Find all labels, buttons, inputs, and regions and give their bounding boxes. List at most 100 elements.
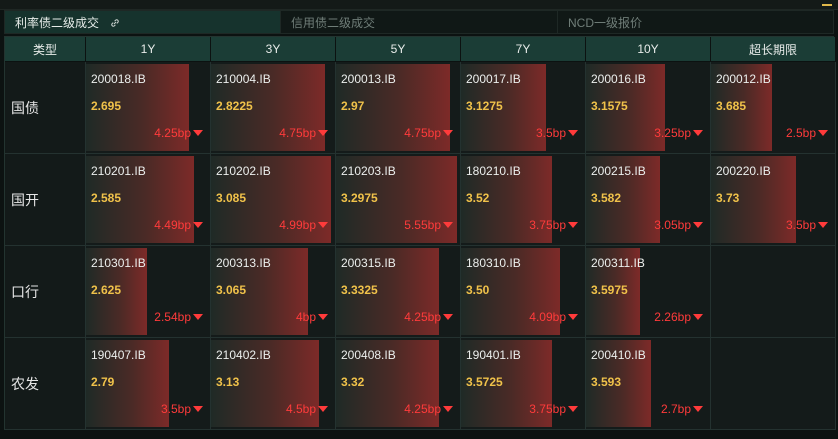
- yield-change: 4.99bp: [279, 218, 328, 232]
- bond-code: 200408.IB: [341, 348, 396, 362]
- yield-change-value: 4.25bp: [404, 402, 441, 416]
- bond-cell[interactable]: 210201.IB 2.585 4.49bp: [86, 154, 211, 246]
- yield-change-value: 4.09bp: [529, 310, 566, 324]
- tab-ncd-quote[interactable]: NCD一级报价: [557, 10, 834, 34]
- bond-yield: 3.1275: [466, 99, 503, 113]
- down-triangle-icon: [693, 314, 703, 320]
- bond-cell[interactable]: 190407.IB 2.79 3.5bp: [86, 338, 211, 430]
- bond-cell[interactable]: 200215.IB 3.582 3.05bp: [586, 154, 711, 246]
- yield-change: 4.49bp: [154, 218, 203, 232]
- bond-yield: 3.2975: [341, 191, 378, 205]
- bond-cell[interactable]: 200315.IB 3.3325 4.25bp: [336, 246, 461, 338]
- bond-yield: 3.5975: [591, 283, 628, 297]
- yield-change: 4.25bp: [404, 402, 453, 416]
- bond-cell[interactable]: 210301.IB 2.625 2.54bp: [86, 246, 211, 338]
- row-header: 农发: [5, 338, 86, 430]
- down-triangle-icon: [568, 130, 578, 136]
- bond-yield: 2.585: [91, 191, 122, 205]
- bond-code: 200313.IB: [216, 256, 271, 270]
- empty-cell: [711, 246, 836, 338]
- bond-cell[interactable]: 200220.IB 3.73 3.5bp: [711, 154, 836, 246]
- bond-cell[interactable]: 210202.IB 3.085 4.99bp: [211, 154, 336, 246]
- tab-label: 信用债二级成交: [291, 16, 376, 30]
- tab-label: 利率债二级成交: [15, 16, 100, 30]
- bond-code: 200016.IB: [591, 72, 646, 86]
- header-10y: 10Y: [586, 37, 711, 62]
- bond-code: 200220.IB: [716, 164, 771, 178]
- menu-icon[interactable]: [822, 0, 832, 6]
- bond-yield: 2.97: [341, 99, 365, 113]
- yield-change: 3.75bp: [529, 218, 578, 232]
- bond-cell[interactable]: 210402.IB 3.13 4.5bp: [211, 338, 336, 430]
- down-triangle-icon: [193, 222, 203, 228]
- bond-code: 210004.IB: [216, 72, 271, 86]
- row-header: 口行: [5, 246, 86, 338]
- bond-yield: 3.73: [716, 191, 740, 205]
- down-triangle-icon: [443, 130, 453, 136]
- bond-cell[interactable]: 200313.IB 3.065 4bp: [211, 246, 336, 338]
- down-triangle-icon: [568, 314, 578, 320]
- bond-cell[interactable]: 200410.IB 3.593 2.7bp: [586, 338, 711, 430]
- yield-change: 3.05bp: [654, 218, 703, 232]
- bond-cell[interactable]: 200013.IB 2.97 4.75bp: [336, 62, 461, 154]
- bond-cell[interactable]: 210203.IB 3.2975 5.55bp: [336, 154, 461, 246]
- yield-change: 4.75bp: [404, 126, 453, 140]
- empty-cell: [711, 338, 836, 430]
- bond-yield: 2.695: [91, 99, 122, 113]
- bond-code: 200012.IB: [716, 72, 771, 86]
- yield-change-value: 4.25bp: [404, 310, 441, 324]
- bond-cell[interactable]: 200016.IB 3.1575 3.25bp: [586, 62, 711, 154]
- bond-cell[interactable]: 200408.IB 3.32 4.25bp: [336, 338, 461, 430]
- header-ultra-long: 超长期限: [711, 37, 836, 62]
- tab-rate-bond[interactable]: 利率债二级成交: [4, 10, 280, 34]
- header-5y: 5Y: [336, 37, 461, 62]
- bond-code: 200018.IB: [91, 72, 146, 86]
- yield-change: 4.25bp: [154, 126, 203, 140]
- bond-cell[interactable]: 210004.IB 2.8225 4.75bp: [211, 62, 336, 154]
- bond-cell[interactable]: 200017.IB 3.1275 3.5bp: [461, 62, 586, 154]
- yield-change-value: 2.5bp: [785, 126, 816, 140]
- yield-change-value: 4.49bp: [154, 218, 191, 232]
- header-type: 类型: [5, 37, 86, 62]
- down-triangle-icon: [318, 222, 328, 228]
- yield-change-value: 3.75bp: [529, 218, 566, 232]
- down-triangle-icon: [568, 222, 578, 228]
- down-triangle-icon: [193, 130, 203, 136]
- yield-change-value: 3.5bp: [785, 218, 816, 232]
- down-triangle-icon: [818, 130, 828, 136]
- bond-cell[interactable]: 200311.IB 3.5975 2.26bp: [586, 246, 711, 338]
- yield-change: 2.7bp: [661, 402, 703, 416]
- bond-code: 200215.IB: [591, 164, 646, 178]
- down-triangle-icon: [193, 314, 203, 320]
- tab-credit-bond[interactable]: 信用债二级成交: [280, 10, 557, 34]
- yield-change: 4.5bp: [286, 402, 328, 416]
- yield-change-value: 2.54bp: [154, 310, 191, 324]
- yield-change: 2.5bp: [786, 126, 828, 140]
- yield-change-value: 3.75bp: [529, 402, 566, 416]
- bond-code: 190401.IB: [466, 348, 521, 362]
- yield-change-value: 4.75bp: [279, 126, 316, 140]
- yield-change: 3.5bp: [786, 218, 828, 232]
- down-triangle-icon: [443, 314, 453, 320]
- yield-change-value: 3.5bp: [160, 402, 191, 416]
- bond-yield: 3.593: [591, 375, 622, 389]
- tab-bar: 利率债二级成交 信用债二级成交 NCD一级报价: [4, 10, 834, 34]
- bond-yield: 3.085: [216, 191, 247, 205]
- bond-cell[interactable]: 190401.IB 3.5725 3.75bp: [461, 338, 586, 430]
- bond-cell[interactable]: 200018.IB 2.695 4.25bp: [86, 62, 211, 154]
- yield-change: 3.5bp: [161, 402, 203, 416]
- bond-yield: 3.582: [591, 191, 622, 205]
- down-triangle-icon: [818, 222, 828, 228]
- down-triangle-icon: [443, 222, 453, 228]
- bond-cell[interactable]: 180210.IB 3.52 3.75bp: [461, 154, 586, 246]
- bond-code: 210301.IB: [91, 256, 146, 270]
- yield-change-value: 4.99bp: [279, 218, 316, 232]
- yield-change: 3.25bp: [654, 126, 703, 140]
- bond-cell[interactable]: 180310.IB 3.50 4.09bp: [461, 246, 586, 338]
- row-header: 国开: [5, 154, 86, 246]
- down-triangle-icon: [318, 314, 328, 320]
- link-icon[interactable]: [110, 18, 120, 28]
- bond-code: 200013.IB: [341, 72, 396, 86]
- bond-cell[interactable]: 200012.IB 3.685 2.5bp: [711, 62, 836, 154]
- down-triangle-icon: [693, 130, 703, 136]
